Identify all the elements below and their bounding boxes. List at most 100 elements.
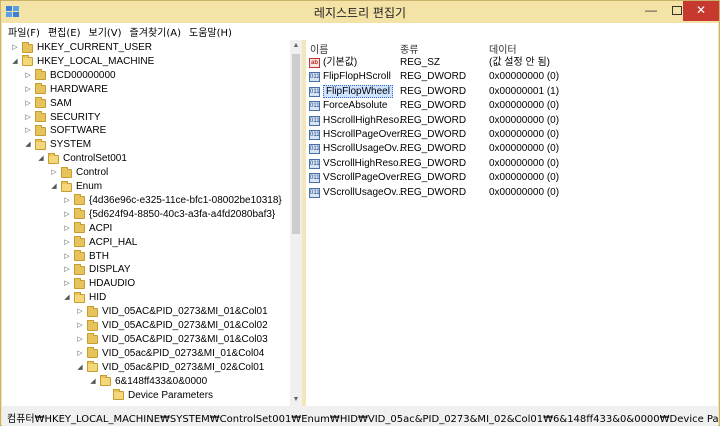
collapse-arrow-icon[interactable]: ◢ [75,361,85,375]
value-row[interactable]: 011 VScrollPageOver... REG_DWORD 0x00000000… [306,171,718,185]
tree-item[interactable]: ▷ HARDWARE [23,83,108,97]
tree-item[interactable]: ▷ VID_05AC&PID_0273&MI_01&Col02 [75,319,268,333]
expand-arrow-icon[interactable]: ▷ [10,41,20,55]
tree-item[interactable]: ◢ HID [62,291,106,305]
tree-item[interactable]: ◢ SYSTEM [23,138,91,152]
binary-value-icon: 011 [309,187,320,198]
value-name: VScrollHighReso... [323,157,407,169]
expand-arrow-icon[interactable]: ▷ [75,347,85,361]
tree-item[interactable]: ▷ VID_05AC&PID_0273&MI_01&Col01 [75,305,268,319]
value-row[interactable]: 011 HScrollHighReso... REG_DWORD 0x00000000… [306,114,718,128]
tree-item[interactable]: Device Parameters [101,388,214,403]
expand-arrow-icon[interactable]: ▷ [75,333,85,347]
binary-value-icon: 011 [309,130,320,140]
expand-arrow-icon[interactable]: ▷ [62,194,72,208]
expand-arrow-icon[interactable]: ▷ [62,263,72,277]
collapse-arrow-icon[interactable]: ◢ [36,152,46,166]
value-row[interactable]: ab (기본값) REG_SZ (값 설정 안 됨) [306,56,718,70]
expand-arrow-icon[interactable]: ▷ [23,97,33,111]
expand-arrow-icon[interactable]: ▷ [62,250,72,264]
value-row[interactable]: 011 ForceAbsolute REG_DWORD 0x00000000 (0) [306,99,718,113]
folder-icon [87,333,98,345]
value-data: (값 설정 안 됨) [489,57,550,68]
value-row[interactable]: 011 FlipFlopHScroll REG_DWORD 0x00000000 (0… [306,70,718,84]
value-row[interactable]: 011 FlipFlopWheel REG_DWORD 0x00000001 (1) [306,84,718,99]
collapse-arrow-icon[interactable]: ◢ [10,55,20,69]
value-row[interactable]: 011 VScrollHighReso... REG_DWORD 0x00000000… [306,157,718,171]
expand-arrow-icon[interactable]: ▷ [62,236,72,250]
menu-file[interactable]: 파일(F) [8,24,40,39]
values-list-pane[interactable]: 이름 종류 데이터 ab (기본값) REG_SZ (값 설정 안 됨) 011 Flip… [306,40,718,406]
expand-arrow-icon[interactable]: ▷ [75,319,85,333]
tree-item[interactable]: ▷ Control [49,166,108,180]
key-tree-pane[interactable]: ▷ HKEY_CURRENT_USER ◢ HKEY_LOCAL_MACHINE ▷ BC… [2,40,290,406]
tree-item-label: BTH [89,250,109,262]
tree-vertical-scrollbar[interactable]: ▲ ▼ [290,40,302,406]
expand-arrow-icon[interactable]: ▷ [23,83,33,97]
column-header-type[interactable]: 종류 [400,41,418,56]
tree-item[interactable]: ◢ VID_05ac&PID_0273&MI_02&Col01 [75,361,264,375]
folder-icon [74,263,85,275]
binary-value-icon: 011 [309,72,320,83]
value-row[interactable]: 011 HScrollPageOver... REG_DWORD 0x00000000… [306,128,718,142]
tree-item[interactable]: ▷ SOFTWARE [23,124,106,138]
tree-item[interactable]: ▷ HKEY_CURRENT_USER [10,41,152,55]
expand-arrow-icon[interactable]: ▷ [23,124,33,138]
tree-item-label: HID [89,292,107,304]
close-button[interactable]: ✕ [683,1,719,21]
menu-favorites[interactable]: 즐겨찾기(A) [130,24,181,39]
tree-item-label: VID_05AC&PID_0273&MI_01&Col03 [102,333,268,345]
folder-icon [74,277,85,289]
value-name: ForceAbsolute [323,100,388,112]
value-row[interactable]: 011 HScrollUsageOv... REG_DWORD 0x00000000 … [306,142,718,156]
tree-item[interactable]: ◢ ControlSet001 [36,152,127,166]
expand-arrow-icon[interactable]: ▷ [75,305,85,319]
folder-icon [35,97,46,109]
tree-item[interactable]: ▷ {5d624f94-8850-40c3-a3fa-a4fd2080baf3} [62,208,275,222]
tree-item-label: Enum [76,181,103,192]
tree-item[interactable]: ▷ SECURITY [23,111,101,125]
menu-help[interactable]: 도움말(H) [189,24,232,39]
tree-item[interactable]: ◢ 6&148ff433&0&0000 [88,375,207,389]
menu-view[interactable]: 보기(V) [89,24,122,39]
folder-icon [74,194,85,206]
expand-arrow-icon[interactable]: ▷ [49,166,59,180]
tree-item[interactable]: ▷ BCD00000000 [23,69,116,83]
collapse-arrow-icon[interactable]: ◢ [49,180,59,194]
tree-item[interactable]: ▷ ACPI_HAL [62,236,137,250]
value-data: 0x00000000 (0) [489,71,560,83]
menu-edit[interactable]: 편집(E) [48,24,81,39]
expand-arrow-icon[interactable]: ▷ [23,111,33,125]
expand-arrow-icon[interactable]: ▷ [23,69,33,83]
folder-open-icon [113,389,124,400]
collapse-arrow-icon[interactable]: ◢ [62,291,72,305]
value-type: REG_DWORD [400,129,467,140]
scroll-up-icon[interactable]: ▲ [290,40,302,52]
tree-item[interactable]: ▷ HDAUDIO [62,277,135,291]
tree-item[interactable]: ◢ Enum [49,180,102,194]
binary-value-icon: 011 [309,115,320,126]
tree-item[interactable]: ▷ DISPLAY [62,263,131,277]
collapse-arrow-icon[interactable]: ◢ [88,375,98,389]
expand-arrow-icon[interactable]: ▷ [62,277,72,291]
tree-item[interactable]: ▷ ACPI [62,222,112,236]
string-value-icon: ab [309,58,320,68]
scroll-thumb[interactable] [292,54,300,234]
tree-item[interactable]: ▷ VID_05AC&PID_0273&MI_01&Col03 [75,333,268,347]
scroll-down-icon[interactable]: ▼ [290,394,302,406]
collapse-arrow-icon[interactable]: ◢ [23,138,33,152]
tree-item[interactable]: ▷ VID_05ac&PID_0273&MI_01&Col04 [75,347,264,361]
column-header-data[interactable]: 데이터 [489,41,517,56]
title-bar[interactable]: 레지스트리 편집기 — ✕ [1,1,719,23]
tree-item[interactable]: ▷ {4d36e96c-e325-11ce-bfc1-08002be10318} [62,194,282,208]
minimize-button[interactable]: — [638,1,664,21]
expand-arrow-icon[interactable]: ▷ [62,208,72,222]
folder-icon [74,208,85,220]
column-header-name[interactable]: 이름 [310,41,328,56]
tree-item[interactable]: ▷ BTH [62,250,109,264]
expand-arrow-icon[interactable]: ▷ [62,222,72,236]
value-row[interactable]: 011 VScrollUsageOv... REG_DWORD 0x00000000 … [306,186,718,200]
tree-item[interactable]: ◢ HKEY_LOCAL_MACHINE [10,55,154,69]
value-type: REG_DWORD [400,172,467,184]
tree-item[interactable]: ▷ SAM [23,97,72,111]
